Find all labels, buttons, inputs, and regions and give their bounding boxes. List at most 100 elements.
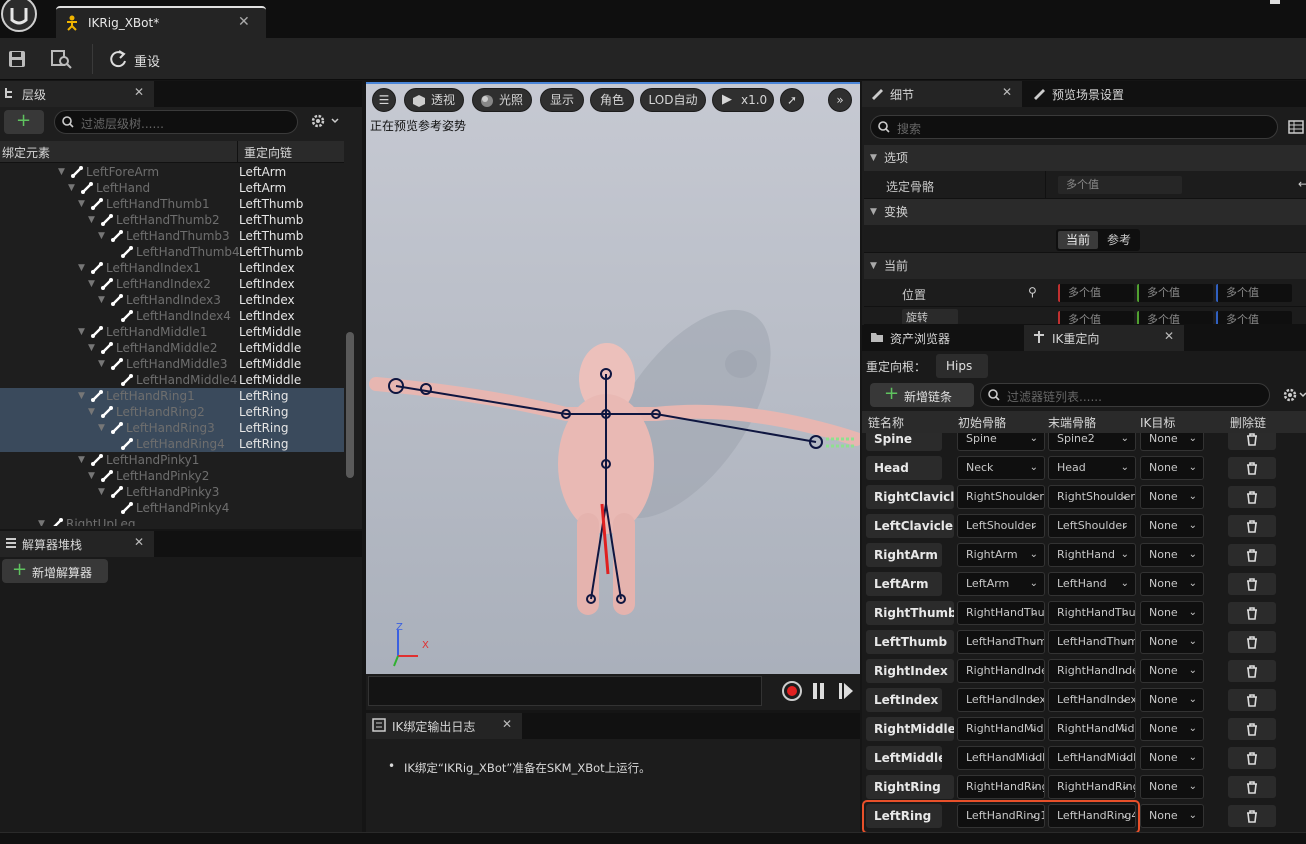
section-options[interactable]: ▼ 选项 (864, 145, 1306, 171)
grid-view-icon[interactable] (1288, 119, 1304, 138)
expand-arrow-icon[interactable]: ▼ (88, 276, 95, 292)
add-button[interactable]: + (4, 110, 44, 134)
close-icon[interactable]: ✕ (238, 14, 250, 30)
tree-row[interactable]: ▼ LeftHandMiddle2 LeftMiddle (0, 340, 344, 356)
chain-name-field[interactable]: LeftIndex (866, 688, 942, 712)
chain-name-field[interactable]: RightThumb (866, 601, 954, 625)
delete-chain-button[interactable] (1228, 776, 1276, 798)
col-bone-header[interactable]: 绑定元素 (2, 144, 50, 161)
col-ik-goal[interactable]: IK目标 (1140, 414, 1175, 431)
chain-name-field[interactable]: RightRing (866, 775, 954, 799)
rotation-z-field[interactable]: 多个值 (1216, 311, 1292, 324)
arrow-left-icon[interactable]: ← (1298, 177, 1306, 191)
delete-chain-button[interactable] (1228, 631, 1276, 653)
show-button[interactable]: 显示 (540, 88, 584, 112)
settings-icon[interactable] (1282, 386, 1306, 407)
close-icon[interactable]: ✕ (134, 85, 144, 99)
select-mode-button[interactable]: ➚ (780, 88, 804, 112)
ik-goal-dropdown[interactable]: None ⌄ (1140, 572, 1204, 596)
tree-row[interactable]: ▼ LeftHandRing2 LeftRing (0, 404, 344, 420)
chain-name-field[interactable]: RightClavicle (866, 485, 954, 509)
end-bone-dropdown[interactable]: LeftHandIndex4 ⌄ (1048, 688, 1136, 712)
chain-name-field[interactable]: RightIndex (866, 659, 954, 683)
start-bone-dropdown[interactable]: RightArm ⌄ (957, 543, 1045, 567)
tree-row[interactable]: ▼ LeftHand LeftArm (0, 180, 344, 196)
tree-row[interactable]: LeftHandMiddle4 LeftMiddle (0, 372, 344, 388)
rotation-x-field[interactable]: 多个值 (1058, 311, 1134, 324)
current-toggle[interactable]: 当前 (1058, 231, 1098, 249)
tree-row[interactable]: ▼ LeftHandIndex1 LeftIndex (0, 260, 344, 276)
tab-hierarchy[interactable]: 层级 ✕ (0, 81, 154, 107)
end-bone-dropdown[interactable]: RightHandIndex4⌄ (1048, 659, 1136, 683)
end-bone-dropdown[interactable]: RightHand ⌄ (1048, 543, 1136, 567)
reset-button[interactable]: 重设 (106, 46, 166, 72)
ik-goal-dropdown[interactable]: None ⌄ (1140, 433, 1204, 451)
delete-chain-button[interactable] (1228, 805, 1276, 827)
end-bone-dropdown[interactable]: RightShoulder ⌄ (1048, 485, 1136, 509)
browse-asset-icon[interactable] (50, 48, 72, 73)
tab-details[interactable]: 细节 ✕ (862, 81, 1022, 107)
ik-goal-dropdown[interactable]: None ⌄ (1140, 514, 1204, 538)
end-bone-dropdown[interactable]: LeftHandMiddle4⌄ (1048, 746, 1136, 770)
col-end-bone[interactable]: 末端骨骼 (1048, 414, 1096, 431)
delete-chain-button[interactable] (1228, 457, 1276, 479)
chain-name-field[interactable]: LeftThumb (866, 630, 954, 654)
start-bone-dropdown[interactable]: RightHandThumb1⌄ (957, 601, 1045, 625)
tree-row[interactable]: ▼ LeftHandIndex2 LeftIndex (0, 276, 344, 292)
tree-row[interactable]: ▼ LeftHandRing1 LeftRing (0, 388, 344, 404)
unreal-logo-icon[interactable] (0, 0, 40, 34)
col-delete[interactable]: 删除链 (1230, 414, 1266, 431)
settings-icon[interactable] (310, 113, 340, 132)
document-tab[interactable]: IKRig_XBot* ✕ (56, 6, 266, 38)
delete-chain-button[interactable] (1228, 433, 1276, 450)
start-bone-dropdown[interactable]: LeftHandThumb1⌄ (957, 630, 1045, 654)
expand-arrow-icon[interactable]: ▼ (78, 324, 85, 340)
window-control-icon[interactable] (1270, 0, 1280, 4)
reference-toggle[interactable]: 参考 (1100, 231, 1138, 249)
end-bone-dropdown[interactable]: Head ⌄ (1048, 456, 1136, 480)
chain-filter-input[interactable]: 过滤器链列表...... (980, 383, 1270, 407)
ik-goal-dropdown[interactable]: None ⌄ (1140, 804, 1204, 828)
tree-row[interactable]: ▼ LeftHandMiddle1 LeftMiddle (0, 324, 344, 340)
tab-ik-retarget[interactable]: IK重定向 ✕ (1024, 325, 1184, 351)
tree-row[interactable]: ▼ LeftHandThumb3 LeftThumb (0, 228, 344, 244)
close-icon[interactable]: ✕ (1164, 329, 1174, 343)
ik-goal-dropdown[interactable]: None ⌄ (1140, 775, 1204, 799)
chain-name-field[interactable]: LeftClavicle (866, 514, 954, 538)
start-bone-dropdown[interactable]: LeftArm ⌄ (957, 572, 1045, 596)
col-chain-header[interactable]: 重定向链 (244, 144, 292, 161)
start-bone-dropdown[interactable]: LeftHandIndex1 ⌄ (957, 688, 1045, 712)
chain-name-field[interactable]: Head (866, 456, 942, 480)
save-icon[interactable] (8, 50, 26, 71)
ik-goal-dropdown[interactable]: None ⌄ (1140, 746, 1204, 770)
expand-arrow-icon[interactable]: ▼ (78, 196, 85, 212)
expand-arrow-icon[interactable]: ▼ (98, 228, 105, 244)
character-button[interactable]: 角色 (590, 88, 634, 112)
delete-chain-button[interactable] (1228, 718, 1276, 740)
delete-chain-button[interactable] (1228, 660, 1276, 682)
lod-button[interactable]: LOD自动 (640, 88, 706, 112)
start-bone-dropdown[interactable]: LeftShoulder ⌄ (957, 514, 1045, 538)
expand-arrow-icon[interactable]: ▼ (58, 164, 65, 180)
tab-asset-browser[interactable]: 资产浏览器 (862, 325, 1022, 351)
start-bone-dropdown[interactable]: Neck ⌄ (957, 456, 1045, 480)
delete-chain-button[interactable] (1228, 544, 1276, 566)
end-bone-dropdown[interactable]: RightHandThumb4⌄ (1048, 601, 1136, 625)
chain-name-field[interactable]: RightMiddle (866, 717, 954, 741)
play-speed-button[interactable]: ▶ x1.0 (712, 88, 774, 112)
delete-chain-button[interactable] (1228, 602, 1276, 624)
tree-row[interactable]: ▼ LeftForeArm LeftArm (0, 164, 344, 180)
location-y-field[interactable]: 多个值 (1137, 284, 1213, 302)
tree-row[interactable]: LeftHandThumb4 LeftThumb (0, 244, 344, 260)
chain-name-field[interactable]: RightArm (866, 543, 942, 567)
section-transform[interactable]: ▼ 变换 (864, 199, 1306, 225)
ik-goal-dropdown[interactable]: None ⌄ (1140, 659, 1204, 683)
hierarchy-search-input[interactable]: 过滤层级树...... (54, 110, 298, 134)
rotation-dropdown[interactable]: 旋转 (902, 309, 958, 324)
start-bone-dropdown[interactable]: Spine ⌄ (957, 433, 1045, 451)
expand-arrow-icon[interactable]: ▼ (68, 180, 75, 196)
expand-toolbar-button[interactable]: » (828, 88, 852, 112)
ik-goal-dropdown[interactable]: None ⌄ (1140, 456, 1204, 480)
ik-goal-dropdown[interactable]: None ⌄ (1140, 601, 1204, 625)
end-bone-dropdown[interactable]: LeftHand ⌄ (1048, 572, 1136, 596)
